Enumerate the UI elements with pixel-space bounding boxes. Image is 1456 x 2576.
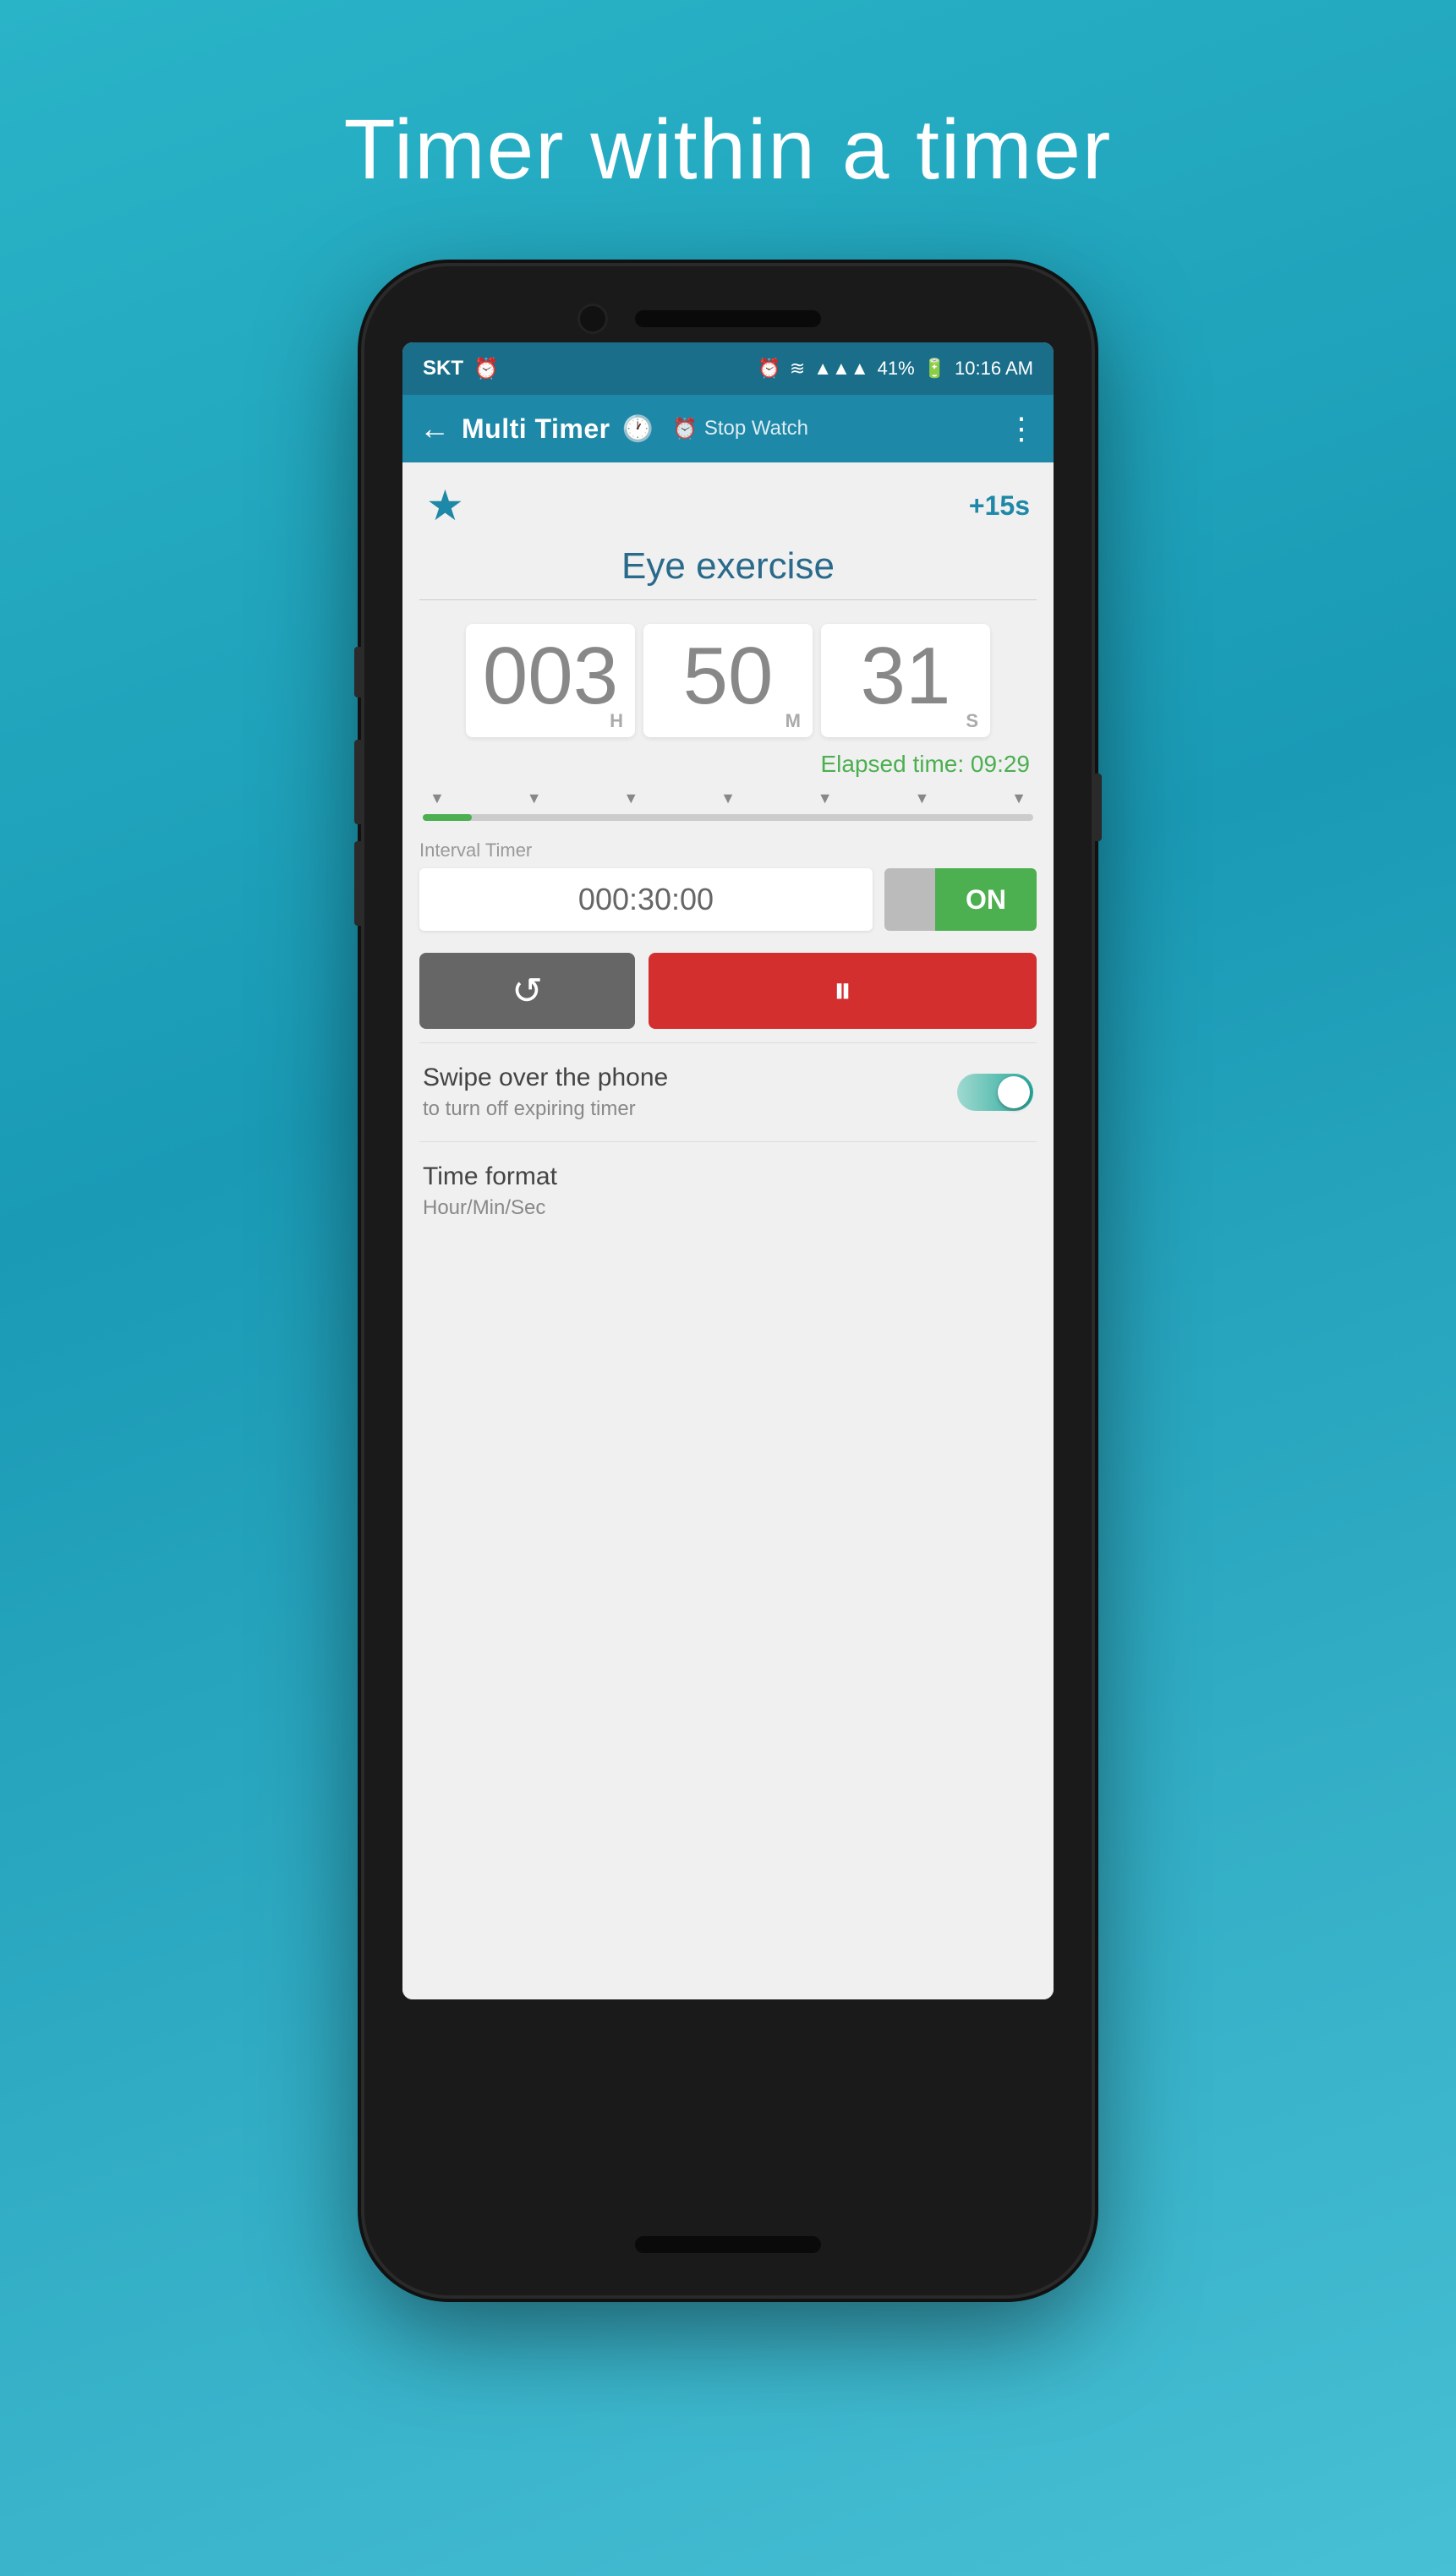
toggle-on-part[interactable]: ON xyxy=(935,868,1037,931)
side-button-power[interactable] xyxy=(1092,774,1102,841)
interval-row: 000:30:00 ON xyxy=(419,868,1037,931)
marker-4: ▼ xyxy=(720,790,736,807)
marker-1: ▼ xyxy=(430,790,445,807)
side-button-vol-down[interactable] xyxy=(354,740,364,824)
elapsed-value: 09:29 xyxy=(971,751,1030,777)
format-setting-subtitle: Hour/Min/Sec xyxy=(423,1196,557,1220)
slider-area: ▼ ▼ ▼ ▼ ▼ ▼ ▼ xyxy=(402,785,1054,833)
page-title: Timer within a timer xyxy=(344,101,1113,199)
format-setting-title: Time format xyxy=(423,1162,557,1191)
battery-label: 41% xyxy=(878,358,915,380)
minutes-block: 50 M xyxy=(643,624,813,737)
hours-block: 003 H xyxy=(466,624,635,737)
timer-name: Eye exercise xyxy=(419,539,1037,600)
side-button-mute[interactable] xyxy=(354,841,364,926)
carrier-icon: ⏰ xyxy=(473,357,499,381)
time-display: 003 H 50 M 31 S xyxy=(402,600,1054,746)
swipe-toggle[interactable] xyxy=(957,1074,1033,1111)
pause-icon: ⏸ xyxy=(834,970,852,1012)
speaker-bottom xyxy=(635,2236,821,2253)
hours-label: H xyxy=(610,710,623,732)
toggle-knob xyxy=(998,1076,1030,1108)
side-button-vol-up[interactable] xyxy=(354,647,364,697)
marker-2: ▼ xyxy=(527,790,542,807)
minutes-label: M xyxy=(785,710,801,732)
marker-5: ▼ xyxy=(818,790,833,807)
interval-label: Interval Timer xyxy=(419,840,1037,861)
reset-icon: ↺ xyxy=(512,970,543,1013)
elapsed-time: Elapsed time: 09:29 xyxy=(402,746,1054,785)
phone-screen: SKT ⏰ ⏰ ≋ ▲▲▲ 41% 🔋 10:16 AM ← Multi Tim… xyxy=(402,342,1054,1999)
speaker-top xyxy=(635,310,821,327)
seconds-value: 31 xyxy=(821,636,990,717)
seconds-block: 31 S xyxy=(821,624,990,737)
stopwatch-nav[interactable]: ⏰ Stop Watch xyxy=(672,417,808,441)
seconds-label: S xyxy=(966,710,978,732)
carrier-label: SKT xyxy=(423,357,463,380)
status-left: SKT ⏰ xyxy=(423,357,499,381)
elapsed-label: Elapsed time: xyxy=(821,751,965,777)
marker-7: ▼ xyxy=(1011,790,1026,807)
format-text-group: Time format Hour/Min/Sec xyxy=(423,1162,557,1220)
app-content: ★ +15s Eye exercise 003 H 50 M 31 S xyxy=(402,462,1054,1999)
reset-button[interactable]: ↺ xyxy=(419,953,635,1029)
swipe-setting-title: Swipe over the phone xyxy=(423,1064,668,1092)
app-title: Multi Timer xyxy=(462,413,610,445)
format-setting-row: Time format Hour/Min/Sec xyxy=(402,1142,1054,1240)
status-bar: SKT ⏰ ⏰ ≋ ▲▲▲ 41% 🔋 10:16 AM xyxy=(402,342,1054,395)
more-menu-button[interactable]: ⋮ xyxy=(1006,411,1037,446)
toggle-off-part xyxy=(884,868,935,931)
stopwatch-label: Stop Watch xyxy=(704,417,808,440)
swipe-setting-row: Swipe over the phone to turn off expirin… xyxy=(402,1043,1054,1141)
slider-fill xyxy=(423,814,472,821)
interval-section: Interval Timer 000:30:00 ON xyxy=(402,833,1054,941)
stopwatch-icon: ⏰ xyxy=(672,417,698,441)
front-camera xyxy=(577,304,608,334)
alarm-icon: ⏰ xyxy=(758,358,780,380)
marker-3: ▼ xyxy=(623,790,638,807)
time-label: 10:16 AM xyxy=(955,358,1033,380)
top-row: ★ +15s xyxy=(402,462,1054,539)
app-bar: ← Multi Timer 🕐 ⏰ Stop Watch ⋮ xyxy=(402,395,1054,462)
swipe-text-group: Swipe over the phone to turn off expirin… xyxy=(423,1064,668,1121)
hours-value: 003 xyxy=(466,636,635,717)
phone-shell: SKT ⏰ ⏰ ≋ ▲▲▲ 41% 🔋 10:16 AM ← Multi Tim… xyxy=(364,266,1092,2295)
minutes-value: 50 xyxy=(643,636,813,717)
slider-track[interactable] xyxy=(423,814,1033,821)
slider-markers: ▼ ▼ ▼ ▼ ▼ ▼ ▼ xyxy=(423,790,1033,807)
back-button[interactable]: ← xyxy=(419,411,450,446)
plus15s-button[interactable]: +15s xyxy=(969,490,1030,522)
interval-input[interactable]: 000:30:00 xyxy=(419,868,873,931)
pause-button[interactable]: ⏸ xyxy=(649,953,1037,1029)
signal-icon: ▲▲▲ xyxy=(813,358,868,380)
marker-6: ▼ xyxy=(914,790,929,807)
favorite-icon[interactable]: ★ xyxy=(426,481,464,530)
controls-row: ↺ ⏸ xyxy=(402,941,1054,1042)
battery-icon: 🔋 xyxy=(923,358,946,380)
app-clock-icon: 🕐 xyxy=(622,414,654,444)
swipe-setting-subtitle: to turn off expiring timer xyxy=(423,1097,668,1121)
status-right: ⏰ ≋ ▲▲▲ 41% 🔋 10:16 AM xyxy=(758,358,1033,380)
wifi-icon: ≋ xyxy=(790,358,805,380)
interval-toggle[interactable]: ON xyxy=(884,868,1037,931)
